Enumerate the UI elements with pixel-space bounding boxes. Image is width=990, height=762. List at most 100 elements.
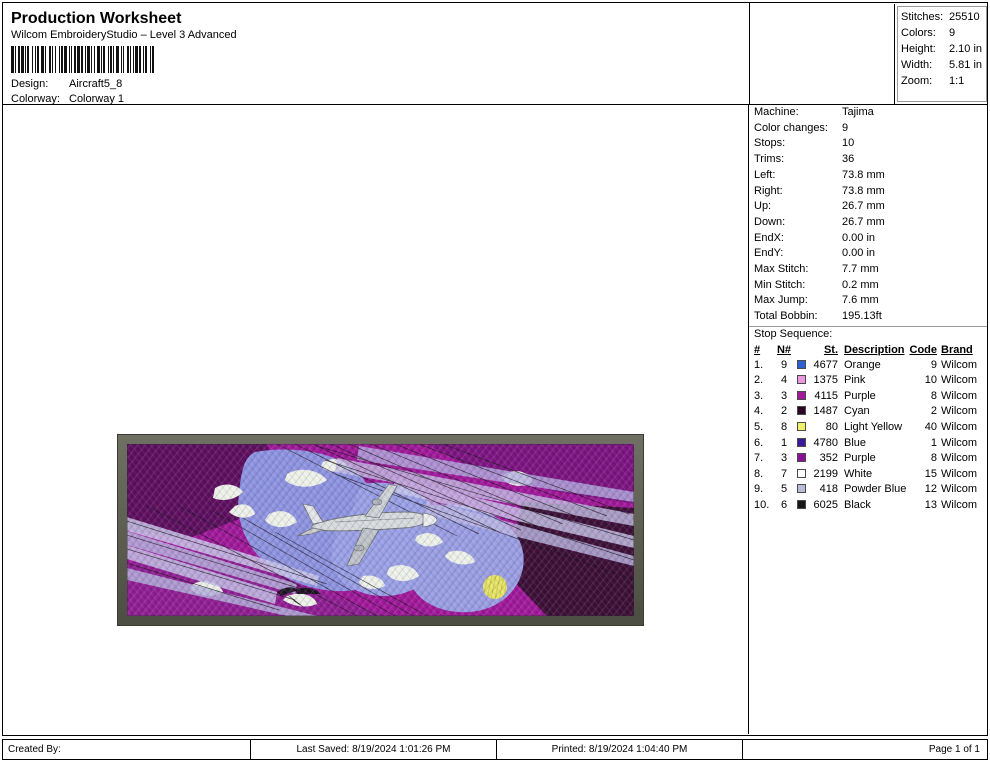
thread-color-swatch [794, 467, 808, 483]
table-row: 7. 3 352 Purple 8 Wilcom [754, 451, 987, 467]
row-code: 12 [924, 483, 937, 496]
swatch-chip [796, 359, 806, 369]
aircraft-embroidery-preview [127, 444, 634, 616]
info-value: 10 [842, 137, 855, 150]
row-description: Light Yellow [844, 420, 903, 433]
row-needle: 7 [780, 467, 788, 480]
swatch-chip [796, 375, 806, 385]
row-brand: Wilcom [941, 358, 978, 371]
row-index: 7. [754, 452, 764, 465]
design-pane [3, 105, 747, 734]
last-saved-cell: Last Saved: 8/19/2024 1:01:26 PM [251, 740, 497, 759]
thread-color-swatch [794, 482, 808, 498]
info-row: Left: 73.8 mm [749, 168, 987, 184]
info-label: Trims: [754, 153, 785, 166]
col-stitches: St. [823, 343, 838, 356]
software-subtitle: Wilcom EmbroideryStudio – Level 3 Advanc… [11, 29, 237, 41]
info-row: Max Jump: 7.6 mm [749, 293, 987, 309]
col-brand: Brand [941, 343, 973, 356]
table-row: 5. 8 80 Light Yellow 40 Wilcom [754, 420, 987, 436]
info-label: Min Stitch: [754, 278, 806, 291]
row-stitches: 1487 [813, 405, 838, 418]
thread-color-swatch [794, 436, 808, 452]
row-index: 10. [754, 498, 770, 511]
info-row: Right: 73.8 mm [749, 184, 987, 200]
thread-color-swatch [794, 389, 808, 405]
row-brand: Wilcom [941, 405, 978, 418]
row-needle: 3 [780, 452, 788, 465]
info-row: Down: 26.7 mm [749, 215, 987, 231]
summary-label: Colors: [901, 27, 936, 39]
info-label: EndX: [754, 231, 784, 244]
info-label: Stops: [754, 137, 786, 150]
info-value: 7.7 mm [842, 263, 879, 276]
row-description: Purple [844, 452, 876, 465]
row-description: Black [844, 498, 871, 511]
swatch-chip [796, 499, 806, 509]
info-value: 7.6 mm [842, 294, 879, 307]
thread-color-swatch [794, 404, 808, 420]
summary-value: 2.10 in [949, 43, 983, 55]
row-code: 15 [924, 467, 937, 480]
row-index: 3. [754, 389, 764, 402]
table-row: 10. 6 6025 Black 13 Wilcom [754, 498, 987, 514]
header-divider [749, 3, 750, 104]
info-pane: Machine: Tajima Color changes: 9 Stops: 10 Tri… [749, 105, 987, 734]
row-brand: Wilcom [941, 436, 978, 449]
design-row: Design: Aircraft5_8 [11, 77, 733, 92]
row-needle: 5 [780, 483, 788, 496]
row-needle: 9 [780, 358, 788, 371]
row-code: 8 [930, 389, 937, 402]
summary-row: Height: 2.10 in [901, 41, 986, 57]
summary-label: Zoom: [901, 75, 933, 87]
page-title: Production Worksheet [11, 10, 182, 27]
swatch-chip [796, 453, 806, 463]
row-description: Purple [844, 389, 876, 402]
info-row: Up: 26.7 mm [749, 199, 987, 215]
info-row: Max Stitch: 7.7 mm [749, 262, 987, 278]
summary-box: Stitches: 25510 Colors: 9 Height: 2.10 in Widt… [894, 4, 988, 104]
row-code: 2 [930, 405, 937, 418]
row-description: Cyan [844, 405, 870, 418]
row-description: Orange [844, 358, 881, 371]
info-label: EndY: [754, 247, 784, 260]
thread-color-swatch [794, 451, 808, 467]
row-description: Powder Blue [844, 483, 907, 496]
info-label: Color changes: [754, 121, 828, 134]
summary-label: Height: [901, 43, 936, 55]
info-row: EndY: 0.00 in [749, 246, 987, 262]
row-code: 13 [924, 498, 937, 511]
col-code: Code [909, 343, 938, 356]
info-label: Right: [754, 184, 783, 197]
info-label: Machine: [754, 106, 799, 118]
created-by-cell: Created By: [3, 740, 251, 759]
info-value: 73.8 mm [842, 184, 885, 197]
design-label: Design: [11, 78, 49, 90]
row-index: 4. [754, 405, 764, 418]
summary-row: Width: 5.81 in [901, 57, 986, 73]
table-row: 8. 7 2199 White 15 Wilcom [754, 467, 987, 483]
row-stitches: 418 [819, 483, 838, 496]
row-stitches: 80 [825, 420, 838, 433]
thread-color-swatch [794, 498, 808, 514]
row-brand: Wilcom [941, 498, 978, 511]
row-stitches: 4780 [813, 436, 838, 449]
col-index: # [754, 343, 761, 356]
design-preview-frame [118, 435, 643, 625]
printed-cell: Printed: 8/19/2024 1:04:40 PM [497, 740, 743, 759]
info-label: Total Bobbin: [754, 310, 818, 323]
info-row: EndX: 0.00 in [749, 231, 987, 247]
row-needle: 8 [780, 420, 788, 433]
info-value: 195.13ft [842, 310, 882, 323]
row-code: 10 [924, 374, 937, 387]
footer-bar: Created By: Last Saved: 8/19/2024 1:01:2… [2, 739, 988, 760]
page-number-cell: Page 1 of 1 [928, 744, 980, 755]
summary-row: Zoom: 1:1 [901, 73, 986, 89]
row-index: 6. [754, 436, 764, 449]
summary-row: Stitches: 25510 [901, 9, 986, 25]
info-value: 73.8 mm [842, 168, 885, 181]
embroidery-artwork [127, 444, 634, 616]
col-swatch [794, 343, 808, 358]
info-value: 0.00 in [842, 231, 876, 244]
info-label: Down: [754, 215, 786, 228]
